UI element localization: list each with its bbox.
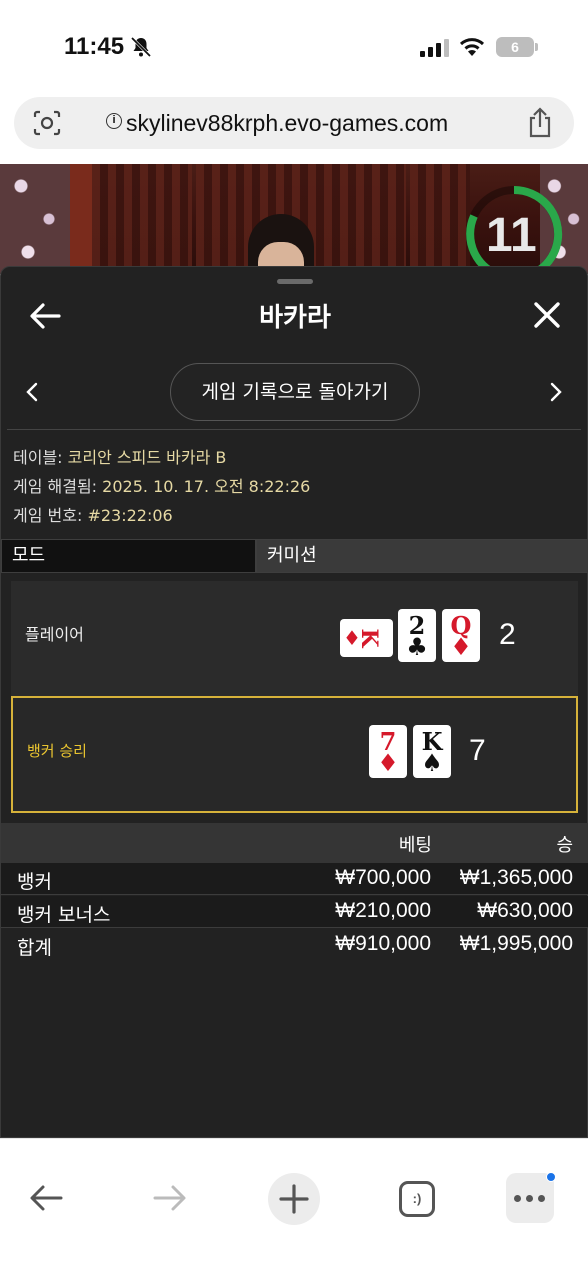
table-label: 테이블: xyxy=(13,448,63,467)
game-detail-sheet: 바카라 게임 기록으로 돌아가기 테이블: 코리안 스피드 바카라 B 게임 해… xyxy=(0,266,588,1138)
player-label: 플레이어 xyxy=(25,625,84,644)
mode-value: 커미션 xyxy=(256,539,588,573)
banker-hand: 뱅커 승리 7 ♦ K ♠ 7 xyxy=(11,696,578,813)
game-number-info: 게임 번호: #23:22:06 xyxy=(13,502,173,526)
player-card-1: ♦ K xyxy=(340,619,393,657)
resolved-value: 2025. 10. 17. 오전 8:22:26 xyxy=(102,477,311,496)
total-bet: ₩910,000 xyxy=(335,932,431,955)
win-amount: ₩630,000 xyxy=(477,899,573,922)
close-icon[interactable] xyxy=(533,301,561,329)
wifi-icon xyxy=(459,38,485,56)
pillar xyxy=(70,164,92,274)
card-suit: ♠ xyxy=(421,749,443,777)
address-bar[interactable]: i skylinev88krph.evo-games.com xyxy=(14,97,574,149)
banker-label: 뱅커 승리 xyxy=(27,742,87,760)
card-suit: ♦ xyxy=(450,633,472,661)
wall-panel xyxy=(92,164,192,274)
bets-header: 베팅 승 xyxy=(1,823,588,863)
battery-tip xyxy=(535,43,538,51)
plus-icon xyxy=(279,1184,309,1214)
total-label: 합계 xyxy=(17,937,52,959)
more-icon-dot xyxy=(538,1195,545,1202)
chevron-left-icon[interactable] xyxy=(25,381,39,403)
share-icon[interactable] xyxy=(526,107,554,139)
new-tab-button[interactable] xyxy=(268,1173,320,1225)
url-text[interactable]: skylinev88krph.evo-games.com xyxy=(126,110,448,137)
win-amount: ₩1,365,000 xyxy=(459,866,573,889)
game-number-value: #23:22:06 xyxy=(87,506,173,525)
sheet-title: 바카라 xyxy=(259,303,331,333)
more-icon-dot xyxy=(526,1195,533,1202)
table-value: 코리안 스피드 바카라 B xyxy=(67,448,227,467)
total-win: ₩1,995,000 xyxy=(459,932,573,955)
bet-row: 뱅커 보너스 ₩210,000 ₩630,000 xyxy=(1,896,588,928)
bell-slash-icon xyxy=(130,36,152,58)
browser-toolbar: :) xyxy=(0,1138,588,1280)
status-time: 11:45 xyxy=(64,33,125,60)
resolved-label: 게임 해결됨: xyxy=(13,477,98,496)
table-info: 테이블: 코리안 스피드 바카라 B xyxy=(13,444,226,468)
timer-count: 11 xyxy=(486,209,537,262)
banker-card-1: 7 ♦ xyxy=(369,725,407,778)
signal-icon xyxy=(420,39,449,57)
info-icon[interactable]: i xyxy=(106,113,122,129)
back-to-history-button[interactable]: 게임 기록으로 돌아가기 xyxy=(170,363,420,421)
back-arrow-icon[interactable] xyxy=(28,1183,64,1213)
mode-row: 모드 커미션 xyxy=(1,539,588,573)
bet-name: 뱅커 xyxy=(17,871,52,893)
blossom-decoration xyxy=(0,164,70,274)
wall-panel xyxy=(410,164,470,274)
bet-row: 뱅커 ₩700,000 ₩1,365,000 xyxy=(1,863,588,895)
game-number-label: 게임 번호: xyxy=(13,506,83,525)
player-card-2: 2 ♣ xyxy=(398,609,436,662)
battery-icon: 6 xyxy=(496,37,534,57)
camera-search-icon[interactable] xyxy=(32,109,62,137)
forward-arrow-icon[interactable] xyxy=(152,1183,188,1213)
win-column-header: 승 xyxy=(556,835,573,856)
player-card-3: Q ♦ xyxy=(442,609,480,662)
mode-label: 모드 xyxy=(1,539,256,573)
card-suit: ♣ xyxy=(406,633,428,661)
resolved-info: 게임 해결됨: 2025. 10. 17. 오전 8:22:26 xyxy=(13,473,310,497)
status-bar: 11:45 6 xyxy=(0,0,588,92)
player-hand: 플레이어 ♦ K 2 ♣ Q ♦ 2 xyxy=(11,581,578,697)
more-icon xyxy=(514,1195,521,1202)
bet-name: 뱅커 보너스 xyxy=(17,904,111,926)
notification-dot xyxy=(546,1172,556,1182)
card-suit: ♦ xyxy=(377,749,399,777)
sheet-grabber[interactable] xyxy=(277,279,313,284)
divider xyxy=(7,429,581,430)
bet-amount: ₩210,000 xyxy=(335,899,431,922)
card-rank: K xyxy=(356,628,382,648)
bet-amount: ₩700,000 xyxy=(335,866,431,889)
bet-column-header: 베팅 xyxy=(398,835,432,856)
tabs-icon[interactable]: :) xyxy=(399,1181,435,1217)
banker-score: 7 xyxy=(469,734,486,767)
banker-card-2: K ♠ xyxy=(413,725,451,778)
total-row: 합계 ₩910,000 ₩1,995,000 xyxy=(1,929,588,961)
player-score: 2 xyxy=(499,618,516,651)
chevron-right-icon[interactable] xyxy=(549,381,563,403)
